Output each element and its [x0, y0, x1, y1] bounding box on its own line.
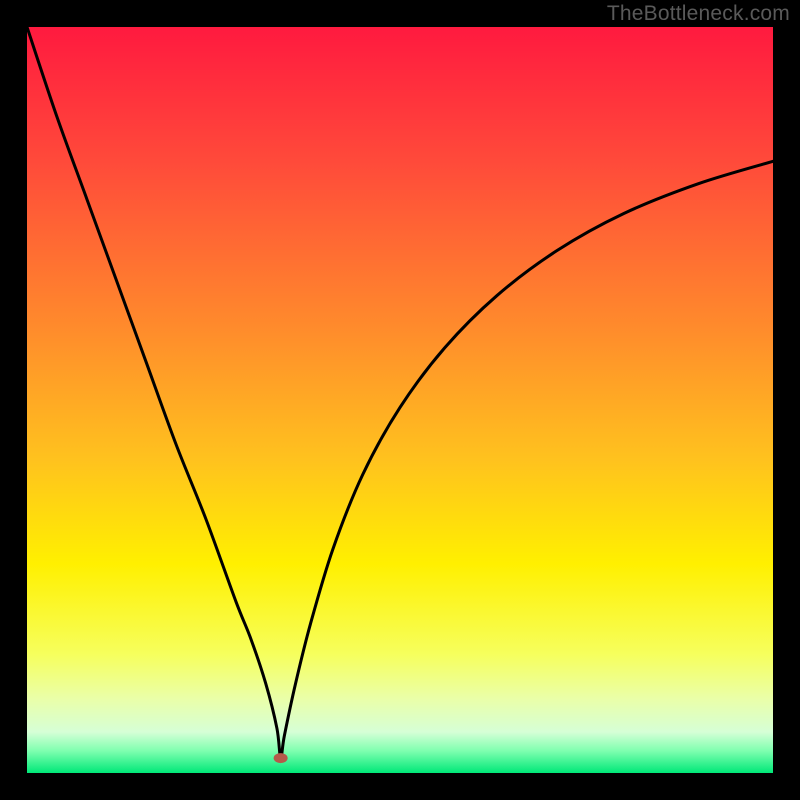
watermark-text: TheBottleneck.com [607, 2, 790, 26]
gradient-background [27, 27, 773, 773]
plot-area [27, 27, 773, 773]
marker-dot [274, 753, 288, 763]
plot-svg [27, 27, 773, 773]
chart-frame: TheBottleneck.com [0, 0, 800, 800]
